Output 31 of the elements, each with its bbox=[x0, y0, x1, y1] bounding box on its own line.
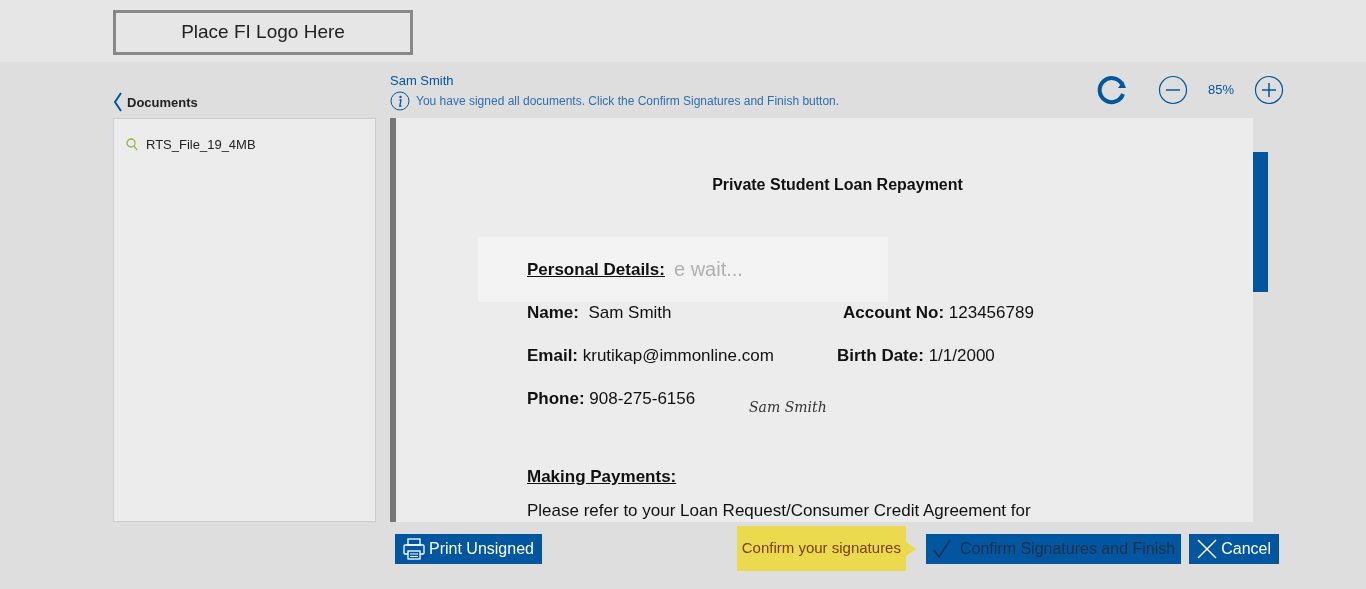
field-text: Account No: 123456789 bbox=[843, 304, 1034, 322]
print-unsigned-button[interactable]: Print Unsigned bbox=[395, 533, 542, 564]
check-icon bbox=[931, 538, 952, 559]
section-heading: Making Payments: bbox=[527, 468, 677, 486]
confirm-hint-callout: Confirm your signatures bbox=[736, 526, 906, 571]
logo-placeholder-text: Place FI Logo Here bbox=[181, 20, 345, 45]
info-icon bbox=[390, 91, 410, 111]
cancel-button[interactable]: Cancel bbox=[1189, 533, 1279, 564]
info-message: You have signed all documents. Click the Confirm Signatures and Finish button. bbox=[416, 93, 840, 110]
signer-name: Sam Smith bbox=[390, 73, 455, 89]
paragraph: Please refer to your Loan Request/Consumer Credit Agreement for bbox=[527, 502, 1031, 519]
close-icon bbox=[1197, 538, 1218, 559]
rotate-icon[interactable] bbox=[1096, 74, 1128, 106]
zoom-in-icon[interactable] bbox=[1254, 75, 1284, 105]
zoom-out-icon[interactable] bbox=[1158, 75, 1188, 105]
field-text: Email: krutikap@immonline.com bbox=[527, 347, 774, 365]
back-icon[interactable] bbox=[113, 92, 123, 112]
printer-icon bbox=[403, 537, 425, 560]
field-text: Name: Sam Smith bbox=[527, 304, 672, 322]
document-list-item[interactable]: RTS_File_19_4MB bbox=[146, 135, 256, 155]
search-icon bbox=[126, 138, 138, 152]
callout-pointer-icon bbox=[905, 541, 916, 556]
scrollbar-thumb[interactable] bbox=[1253, 152, 1268, 292]
field-text: Birth Date: 1/1/2000 bbox=[837, 347, 995, 365]
zoom-level: 85% bbox=[1207, 81, 1235, 100]
document-title: Private Student Loan Repayment bbox=[712, 176, 963, 194]
signature: Sam Smith bbox=[749, 398, 827, 417]
documents-heading[interactable]: Documents bbox=[127, 92, 198, 112]
field-text: Phone: 908-275-6156 bbox=[527, 390, 696, 408]
loading-message: e wait... bbox=[674, 257, 743, 281]
section-heading: Personal Details: bbox=[527, 261, 665, 279]
